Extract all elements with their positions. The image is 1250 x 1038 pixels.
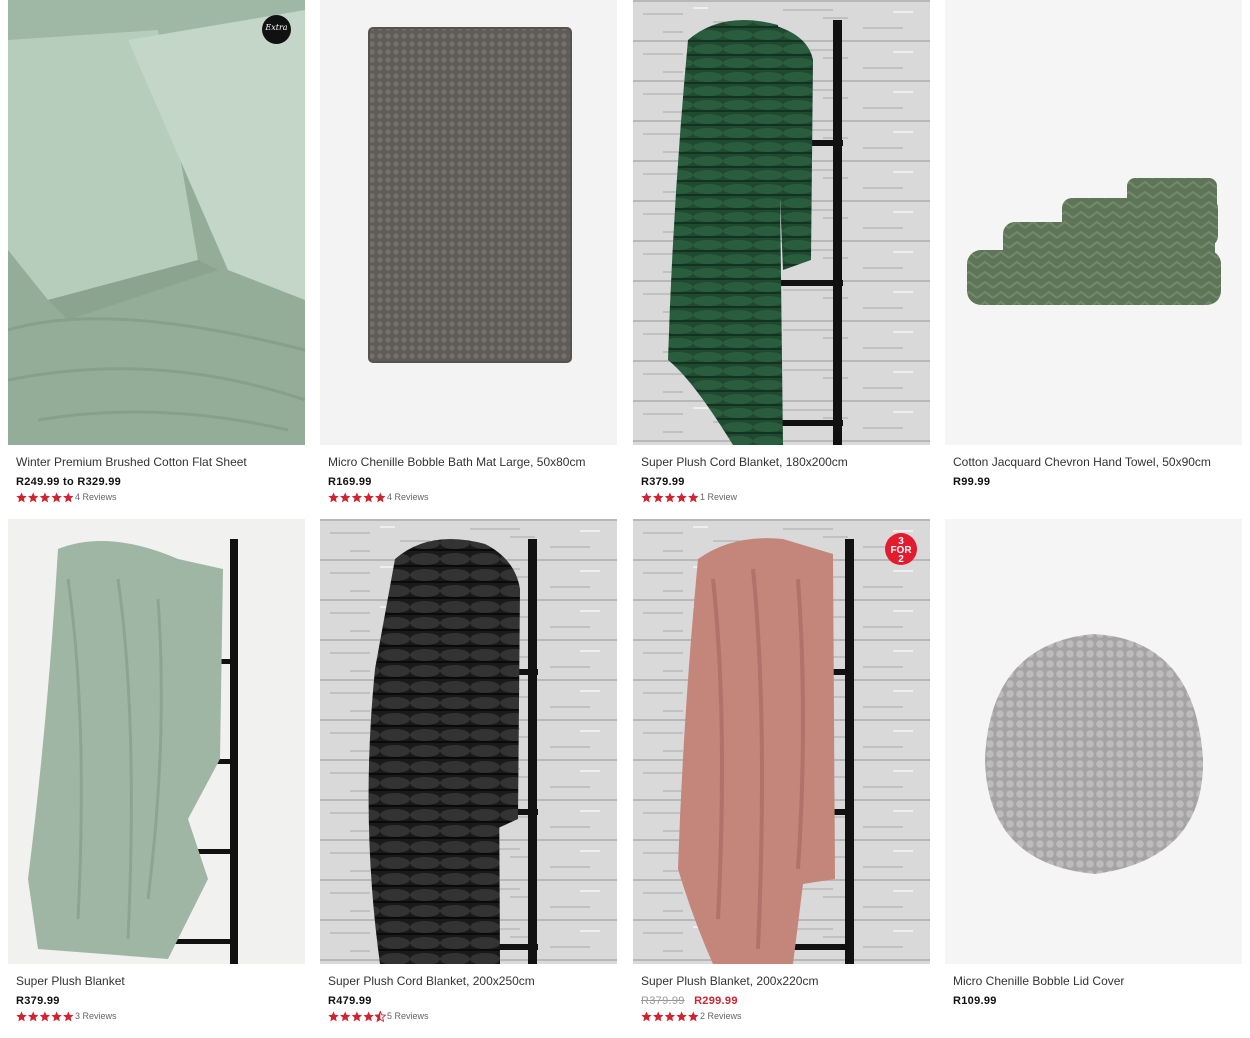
star-icon — [16, 1010, 27, 1021]
was-price: R379.99 — [641, 995, 685, 1007]
product-image[interactable] — [8, 519, 305, 964]
star-icon — [676, 491, 687, 502]
star-icon — [363, 1010, 374, 1021]
product-title[interactable]: Winter Premium Brushed Cotton Flat Sheet — [16, 455, 301, 469]
product-card[interactable]: Super Plush Cord Blanket, 180x200cm R379… — [633, 0, 930, 510]
half-star-icon — [375, 1011, 385, 1021]
product-title[interactable]: Super Plush Cord Blanket, 180x200cm — [641, 455, 926, 469]
product-price: R379.99 — [16, 995, 60, 1007]
product-title[interactable]: Super Plush Cord Blanket, 200x250cm — [328, 974, 613, 988]
product-card[interactable]: Micro Chenille Bobble Lid Cover R109.99 — [945, 519, 1242, 1029]
star-icon — [641, 491, 652, 502]
star-icon — [641, 1010, 652, 1021]
product-title[interactable]: Super Plush Blanket — [16, 974, 301, 988]
rating-stars — [328, 491, 386, 502]
product-image[interactable]: Extra — [8, 0, 305, 445]
review-count[interactable]: 4 Reviews — [387, 492, 429, 503]
product-rating: 1 Review — [641, 491, 926, 503]
star-icon — [63, 1010, 74, 1021]
star-icon — [351, 1010, 363, 1021]
product-rating: 5 Reviews — [328, 1010, 613, 1022]
product-title[interactable]: Super Plush Blanket, 200x220cm — [641, 974, 926, 988]
rating-stars — [328, 1011, 386, 1022]
star-icon — [676, 1010, 687, 1021]
product-rating: 4 Reviews — [16, 491, 301, 503]
rating-stars — [16, 491, 74, 502]
star-icon — [653, 1010, 664, 1021]
product-grid: Extra Winter Premium Brushed Cotton Flat… — [0, 0, 1250, 1038]
star-icon — [51, 491, 62, 502]
rating-stars — [641, 491, 699, 502]
star-icon — [28, 1010, 39, 1021]
star-icon — [328, 491, 339, 502]
star-icon — [328, 1010, 339, 1021]
star-icon — [688, 491, 699, 502]
product-title[interactable]: Micro Chenille Bobble Lid Cover — [953, 974, 1238, 988]
extra-badge: Extra — [262, 15, 291, 44]
product-price: R379.99 — [641, 476, 685, 488]
star-icon — [688, 1010, 699, 1021]
product-price: R99.99 — [953, 476, 991, 488]
star-icon — [653, 491, 664, 502]
star-icon — [51, 1010, 62, 1021]
rating-stars — [641, 1010, 699, 1021]
star-icon — [664, 491, 676, 502]
product-card[interactable]: 3 FOR 2 Super Plush Blanket, 200x220cm R… — [633, 519, 930, 1029]
product-image[interactable] — [320, 519, 617, 964]
product-title[interactable]: Micro Chenille Bobble Bath Mat Large, 50… — [328, 455, 613, 469]
product-price: R379.99 R299.99 — [641, 994, 926, 1008]
review-count[interactable]: 4 Reviews — [75, 492, 117, 503]
product-title[interactable]: Cotton Jacquard Chevron Hand Towel, 50x9… — [953, 455, 1238, 469]
rating-stars — [16, 1010, 74, 1021]
star-icon — [363, 491, 374, 502]
review-count[interactable]: 1 Review — [700, 492, 737, 503]
product-price: R249.99 to R329.99 — [16, 476, 122, 488]
promo-badge: 3 FOR 2 — [885, 533, 917, 565]
star-icon — [28, 491, 39, 502]
product-card[interactable]: Extra Winter Premium Brushed Cotton Flat… — [8, 0, 305, 510]
sale-price: R299.99 — [694, 995, 738, 1007]
review-count[interactable]: 5 Reviews — [387, 1011, 429, 1022]
product-card[interactable]: Super Plush Blanket R379.99 3 Reviews — [8, 519, 305, 1029]
review-count[interactable]: 3 Reviews — [75, 1011, 117, 1022]
review-count[interactable]: 2 Reviews — [700, 1011, 742, 1022]
product-card[interactable]: Micro Chenille Bobble Bath Mat Large, 50… — [320, 0, 617, 510]
product-image[interactable] — [320, 0, 617, 445]
star-icon — [16, 491, 27, 502]
star-icon — [39, 491, 51, 502]
star-icon — [375, 491, 386, 502]
product-image[interactable] — [633, 0, 930, 445]
product-price: R479.99 — [328, 995, 372, 1007]
star-icon — [63, 491, 74, 502]
product-rating: 2 Reviews — [641, 1010, 926, 1022]
product-price: R169.99 — [328, 476, 372, 488]
product-card[interactable]: Super Plush Cord Blanket, 200x250cm R479… — [320, 519, 617, 1029]
product-rating: 4 Reviews — [328, 491, 613, 503]
product-card[interactable]: Cotton Jacquard Chevron Hand Towel, 50x9… — [945, 0, 1242, 510]
product-image[interactable]: 3 FOR 2 — [633, 519, 930, 964]
star-icon — [340, 491, 351, 502]
star-icon — [39, 1010, 51, 1021]
star-icon — [340, 1010, 351, 1021]
product-price: R109.99 — [953, 995, 997, 1007]
product-image[interactable] — [945, 0, 1242, 445]
star-icon — [351, 491, 363, 502]
product-rating: 3 Reviews — [16, 1010, 301, 1022]
star-icon — [664, 1010, 676, 1021]
product-image[interactable] — [945, 519, 1242, 964]
